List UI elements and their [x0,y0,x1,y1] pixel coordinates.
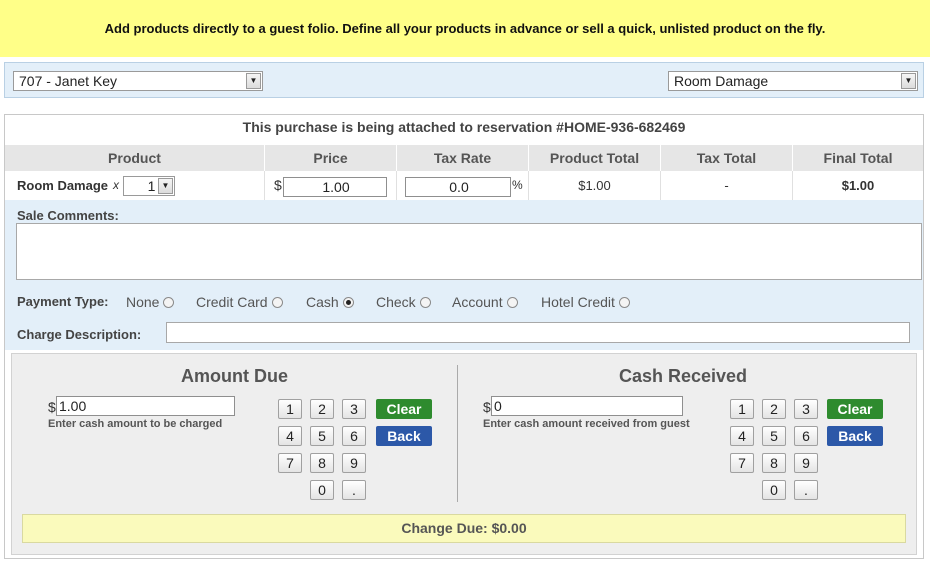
price-cell: $ 1.00 [265,171,397,200]
payment-option-none[interactable]: None [126,294,175,310]
key-1[interactable]: 1 [278,399,302,419]
key-9[interactable]: 9 [342,453,366,473]
radio-hotel-credit[interactable] [618,296,630,308]
key-6[interactable]: 6 [342,426,366,446]
header-final-total: Final Total [823,150,893,166]
quantity-select[interactable]: 1 ▼ [123,176,175,196]
guest-select-value: 707 - Janet Key [19,73,118,89]
key-4-received[interactable]: 4 [730,426,754,446]
price-input-value: 1.00 [322,179,350,195]
cash-received-title: Cash Received [618,366,748,386]
back-button[interactable]: Back [376,426,432,446]
payment-option-credit-card[interactable]: Credit Card [196,294,283,310]
quantity-x: x [113,178,119,192]
key-9-received[interactable]: 9 [794,453,818,473]
chevron-down-icon[interactable]: ▼ [901,73,916,89]
charge-description-label: Charge Description: [17,327,142,342]
amount-due-currency: $ [48,399,56,415]
key-0[interactable]: 0 [310,480,334,500]
table-row: Room Damage x 1 ▼ $ 1.00 0.0 % $1.00 - $… [5,171,923,200]
key-5[interactable]: 5 [310,426,334,446]
tax-total-cell: - [661,171,793,200]
cash-received-hint: Enter cash amount received from guest [483,418,690,430]
key-2-received[interactable]: 2 [762,399,786,419]
product-cell: Room Damage x 1 ▼ [5,171,265,200]
key-7-received[interactable]: 7 [730,453,754,473]
info-banner: Add products directly to a guest folio. … [0,0,930,57]
change-due: Change Due: $0.00 [22,514,906,543]
sale-comments-label: Sale Comments: [17,208,119,223]
selection-bar: 707 - Janet Key ▼ Room Damage ▼ [4,62,924,98]
payment-option-hotel-credit[interactable]: Hotel Credit [541,294,630,310]
table-header: Product Price Tax Rate Product Total Tax… [5,145,923,171]
key-dot-received[interactable]: . [794,480,818,500]
clear-button[interactable]: Clear [376,399,432,419]
header-tax-total: Tax Total [661,145,793,171]
radio-cash[interactable] [342,296,354,308]
key-3-received[interactable]: 3 [794,399,818,419]
payment-option-check[interactable]: Check [376,294,431,310]
chevron-down-icon[interactable]: ▼ [246,73,261,89]
percent-sign: % [512,178,523,192]
key-2[interactable]: 2 [310,399,334,419]
key-dot[interactable]: . [342,480,366,500]
payment-option-account[interactable]: Account [452,294,518,310]
key-8[interactable]: 8 [310,453,334,473]
payment-type-label: Payment Type: [17,294,109,309]
cash-received-input[interactable]: 0 [491,396,683,416]
cash-received-value: 0 [494,398,502,414]
header-product-total: Product Total [529,145,661,171]
back-button-received[interactable]: Back [827,426,883,446]
key-6-received[interactable]: 6 [794,426,818,446]
key-1-received[interactable]: 1 [730,399,754,419]
product-select-value: Room Damage [674,73,769,89]
quantity-value: 1 [147,178,156,194]
sale-comments-textarea[interactable] [16,223,922,280]
guest-select[interactable]: 707 - Janet Key ▼ [13,71,263,91]
key-7[interactable]: 7 [278,453,302,473]
reservation-text: This purchase is being attached to reser… [242,119,686,135]
price-currency: $ [274,177,282,193]
product-name: Room Damage [17,178,109,193]
header-tax-rate: Tax Rate [397,145,529,171]
final-total-cell: $1.00 [841,178,875,193]
tax-rate-cell: 0.0 % [397,171,529,200]
amount-due-value: 1.00 [59,398,87,414]
price-input[interactable]: 1.00 [283,177,387,197]
radio-check[interactable] [419,296,431,308]
amount-due-hint: Enter cash amount to be charged [48,418,223,430]
radio-credit-card[interactable] [271,296,283,308]
header-price: Price [265,145,397,171]
chevron-down-icon[interactable]: ▼ [158,178,173,194]
header-product: Product [5,145,265,171]
key-5-received[interactable]: 5 [762,426,786,446]
payment-option-cash[interactable]: Cash [306,294,354,310]
purchase-panel: This purchase is being attached to reser… [4,114,924,559]
cash-calculator: Amount Due $ 1.00 Enter cash amount to b… [11,353,917,555]
product-select[interactable]: Room Damage ▼ [668,71,918,91]
key-3[interactable]: 3 [342,399,366,419]
product-total-cell: $1.00 [529,171,661,200]
clear-button-received[interactable]: Clear [827,399,883,419]
key-8-received[interactable]: 8 [762,453,786,473]
key-0-received[interactable]: 0 [762,480,786,500]
radio-account[interactable] [506,296,518,308]
key-4[interactable]: 4 [278,426,302,446]
tax-rate-input-value: 0.0 [449,179,469,195]
amount-due-input[interactable]: 1.00 [56,396,235,416]
tax-rate-input[interactable]: 0.0 [405,177,511,197]
radio-none[interactable] [163,296,175,308]
cash-received-currency: $ [483,399,491,415]
charge-description-input[interactable] [166,322,910,343]
amount-due-title: Amount Due [181,366,288,386]
